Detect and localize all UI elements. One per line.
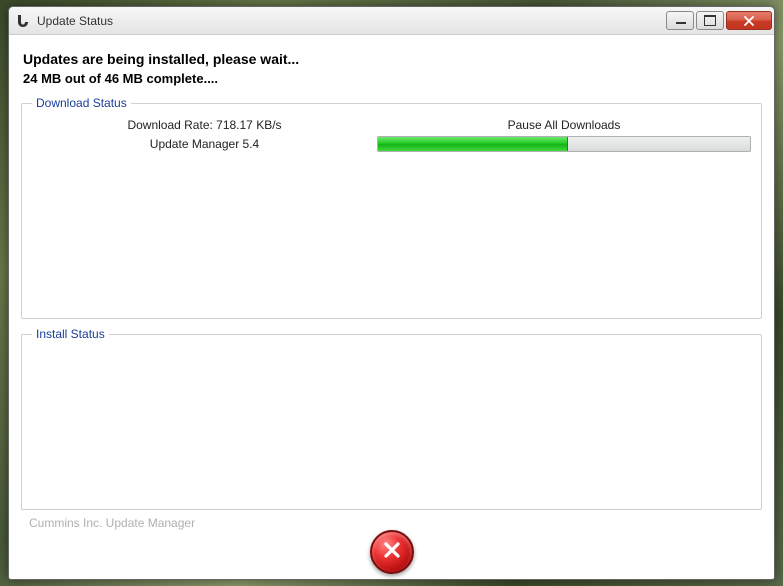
titlebar[interactable]: Update Status [9,7,774,35]
download-progress-bar [377,136,751,152]
download-status-group: Download Status Download Rate: 718.17 KB… [21,96,762,319]
progress-summary: 24 MB out of 46 MB complete.... [23,71,760,86]
download-rate-label: Download Rate: 718.17 KB/s [32,118,377,132]
close-button[interactable] [726,11,772,30]
download-progress-fill [378,137,568,151]
maximize-button[interactable] [696,11,724,30]
install-status-legend: Install Status [32,327,109,341]
install-status-group: Install Status [21,327,762,510]
window-controls [664,11,772,30]
update-status-window: Update Status Updates are being installe… [8,6,775,580]
window-title: Update Status [37,14,664,28]
footer-brand: Cummins Inc. Update Manager [29,516,195,530]
download-status-legend: Download Status [32,96,131,110]
client-area: Updates are being installed, please wait… [9,35,774,579]
app-icon [15,13,31,29]
footer: Cummins Inc. Update Manager [21,514,762,568]
main-heading: Updates are being installed, please wait… [23,51,760,67]
pause-all-downloads-link[interactable]: Pause All Downloads [377,118,751,132]
cancel-icon [381,539,403,566]
cancel-button[interactable] [370,530,414,574]
minimize-button[interactable] [666,11,694,30]
download-item-name: Update Manager 5.4 [32,137,377,151]
